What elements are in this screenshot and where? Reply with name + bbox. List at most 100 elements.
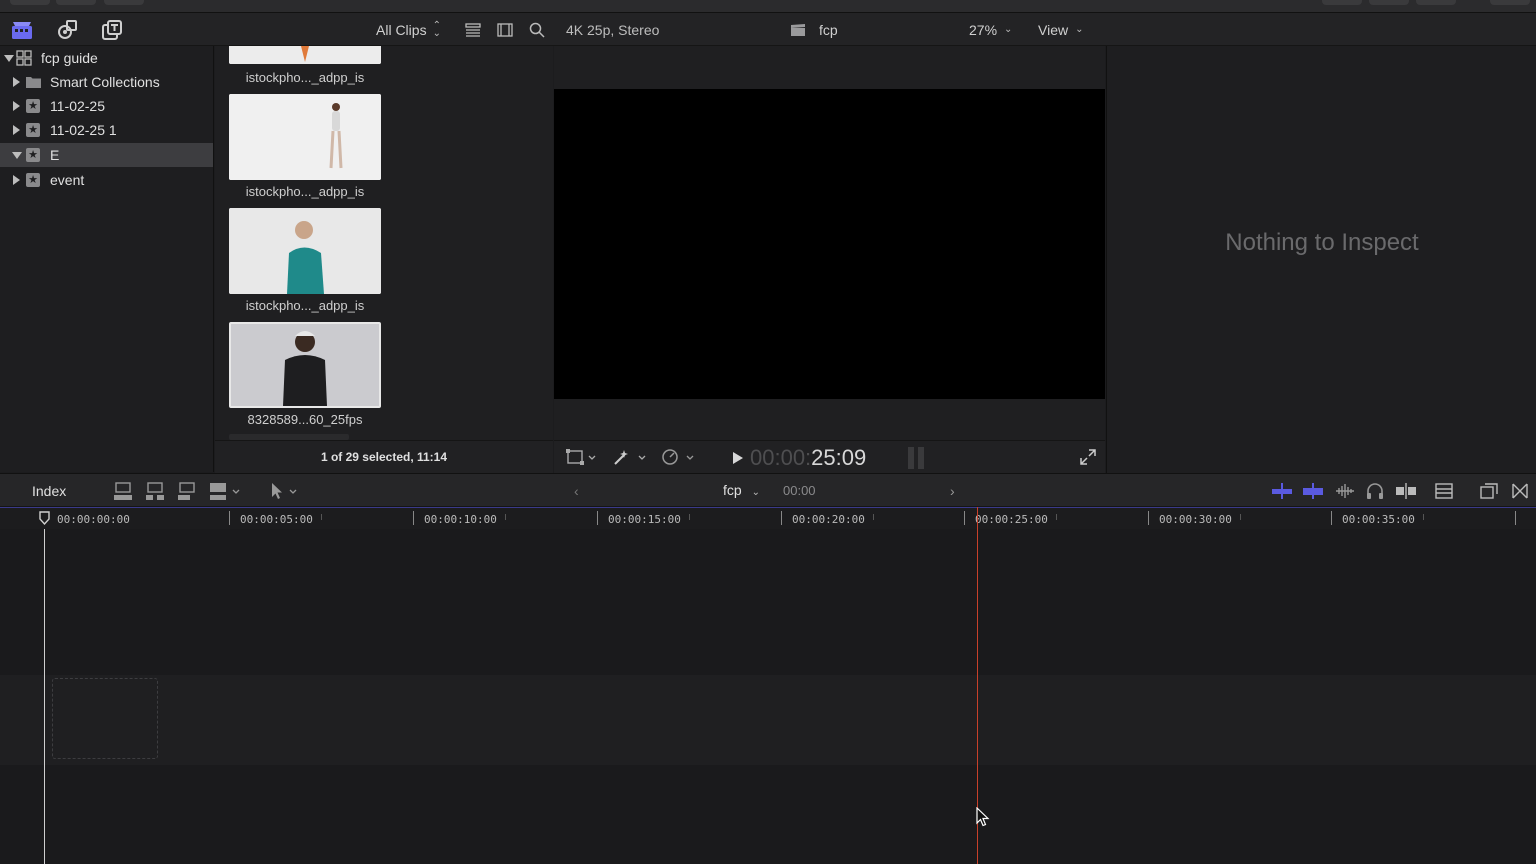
all-clips-label: All Clips bbox=[376, 21, 427, 38]
libraries-icon[interactable] bbox=[10, 18, 34, 42]
disclosure-triangle-icon[interactable] bbox=[4, 55, 14, 62]
audio-skimming-icon[interactable] bbox=[1302, 482, 1324, 503]
event-star-icon: ★ bbox=[26, 173, 40, 187]
sidebar-item-event-selected[interactable]: ★ E bbox=[0, 143, 213, 167]
main-toolbar: All Clips ⌃ ⌄ 4K 25p, Stereo fcp 27% ⌄ Vi… bbox=[0, 13, 1536, 46]
ruler-tick bbox=[1331, 511, 1332, 525]
chevron-down-icon: ⌄ bbox=[751, 487, 760, 498]
titles-generators-icon[interactable] bbox=[100, 18, 124, 42]
chevron-down-icon: ⌄ bbox=[1075, 24, 1084, 35]
clip-thumbnail[interactable] bbox=[229, 94, 381, 180]
timeline-project-name: fcp bbox=[723, 482, 742, 498]
toolbar-button[interactable] bbox=[1322, 0, 1362, 5]
ruler-tick bbox=[505, 514, 506, 520]
timeline-index-toggle-icon[interactable] bbox=[1479, 482, 1499, 503]
sidebar-item-smart-collections[interactable]: Smart Collections bbox=[0, 70, 213, 94]
ruler-tick bbox=[964, 511, 965, 525]
sidebar-item-label: fcp guide bbox=[41, 50, 98, 66]
overwrite-clip-icon[interactable] bbox=[209, 481, 243, 504]
ruler-label: 00:00:10:00 bbox=[424, 513, 497, 526]
event-star-icon: ★ bbox=[26, 123, 40, 137]
toolbar-button[interactable] bbox=[1490, 0, 1530, 5]
clip-thumbnail-selected[interactable] bbox=[229, 322, 381, 408]
sidebar-item-library[interactable]: fcp guide bbox=[0, 46, 213, 70]
timeline-project-menu[interactable]: fcp ⌄ bbox=[723, 482, 760, 498]
libraries-sidebar: fcp guide Smart Collections ★ 11-02-25 ★… bbox=[0, 46, 214, 472]
skimming-icon[interactable] bbox=[1271, 482, 1293, 503]
all-clips-filter[interactable]: All Clips ⌃ ⌄ bbox=[376, 13, 441, 46]
timeline-duration: 00:00 bbox=[783, 483, 816, 498]
inspector-empty-message: Nothing to Inspect bbox=[1225, 229, 1419, 256]
audio-meter bbox=[908, 447, 914, 469]
library-icon bbox=[16, 50, 32, 69]
disclosure-triangle-icon[interactable] bbox=[13, 175, 20, 185]
window-control[interactable] bbox=[10, 0, 50, 5]
toolbar-button[interactable] bbox=[1369, 0, 1409, 5]
browser-status: 1 of 29 selected, 11:14 bbox=[215, 440, 553, 473]
photos-audio-icon[interactable] bbox=[55, 18, 79, 42]
sidebar-item-event[interactable]: ★ 11-02-25 bbox=[0, 94, 213, 118]
forward-arrow-icon[interactable]: › bbox=[950, 483, 955, 499]
filmstrip-view-icon[interactable] bbox=[493, 18, 517, 42]
clip-thumbnail[interactable] bbox=[229, 208, 381, 294]
snapping-icon[interactable] bbox=[1395, 482, 1417, 503]
timeline-toolbar: Index ‹ fcp ⌄ 00:00 › bbox=[0, 473, 1536, 507]
toolbar-button[interactable] bbox=[1416, 0, 1456, 5]
viewer-project-name: fcp bbox=[819, 21, 838, 38]
playhead-marker-icon[interactable] bbox=[39, 511, 50, 528]
play-icon[interactable] bbox=[732, 451, 744, 468]
select-tool-icon[interactable] bbox=[268, 481, 302, 504]
sidebar-item-event[interactable]: ★ 11-02-25 1 bbox=[0, 118, 213, 142]
event-star-icon: ★ bbox=[26, 99, 40, 113]
clip-thumbnail[interactable] bbox=[229, 46, 381, 64]
ruler-tick bbox=[229, 511, 230, 525]
chevron-down-icon: ⌄ bbox=[1004, 24, 1013, 35]
sidebar-item-event[interactable]: ★ event bbox=[0, 168, 213, 192]
disclosure-triangle-icon[interactable] bbox=[13, 101, 20, 111]
timecode-display[interactable]: 00:00:25:09 bbox=[750, 445, 866, 471]
primary-storyline[interactable] bbox=[0, 675, 1536, 765]
up-down-chevron-icon: ⌃ ⌄ bbox=[432, 19, 441, 39]
audio-meter bbox=[918, 447, 924, 469]
selection-status: 1 of 29 selected, 11:14 bbox=[320, 450, 448, 464]
speed-gauge-icon[interactable] bbox=[660, 448, 696, 469]
window-control[interactable] bbox=[104, 0, 144, 5]
list-view-icon[interactable] bbox=[461, 18, 485, 42]
sidebar-item-label: 11-02-25 bbox=[50, 98, 106, 114]
view-menu[interactable]: View ⌄ bbox=[1038, 13, 1083, 46]
back-arrow-icon[interactable]: ‹ bbox=[574, 483, 579, 499]
disclosure-triangle-icon[interactable] bbox=[12, 152, 22, 159]
viewer-canvas bbox=[554, 89, 1105, 399]
timeline-ruler[interactable]: 00:00:00:00 00:00:05:00 00:00:10:00 00:0… bbox=[0, 507, 1536, 529]
waveform-icon[interactable] bbox=[1334, 482, 1356, 503]
timeline-area[interactable] bbox=[0, 529, 1536, 864]
clapper-icon bbox=[786, 18, 810, 42]
event-star-icon: ★ bbox=[26, 148, 40, 162]
empty-clip-placeholder[interactable] bbox=[52, 678, 158, 759]
disclosure-triangle-icon[interactable] bbox=[13, 125, 20, 135]
clip-appearance-icon[interactable] bbox=[1434, 482, 1454, 503]
connect-clip-icon[interactable] bbox=[113, 481, 133, 504]
enhance-wand-icon[interactable] bbox=[612, 448, 648, 469]
ruler-tick bbox=[321, 514, 322, 520]
playhead[interactable] bbox=[44, 529, 45, 864]
disclosure-triangle-icon[interactable] bbox=[13, 77, 20, 87]
project-format: 4K 25p, Stereo bbox=[566, 21, 660, 38]
sidebar-item-label: Smart Collections bbox=[50, 74, 160, 90]
insert-clip-icon[interactable] bbox=[145, 481, 165, 504]
mouse-cursor-icon bbox=[976, 806, 990, 830]
viewer bbox=[554, 46, 1105, 440]
ruler-label: 00:00:00:00 bbox=[57, 513, 130, 526]
append-clip-icon[interactable] bbox=[177, 481, 197, 504]
index-button[interactable]: Index bbox=[32, 483, 66, 499]
sidebar-item-label: E bbox=[50, 147, 60, 163]
clip-label: 8328589...60_25fps bbox=[247, 412, 363, 427]
search-icon[interactable] bbox=[525, 18, 549, 42]
transitions-browser-icon[interactable] bbox=[1510, 482, 1530, 503]
transform-icon[interactable] bbox=[566, 448, 596, 469]
window-control[interactable] bbox=[56, 0, 96, 5]
ruler-tick bbox=[1240, 514, 1241, 520]
zoom-menu[interactable]: 27% ⌄ bbox=[969, 13, 1012, 46]
fullscreen-icon[interactable] bbox=[1080, 449, 1096, 468]
headphones-icon[interactable] bbox=[1365, 482, 1385, 503]
